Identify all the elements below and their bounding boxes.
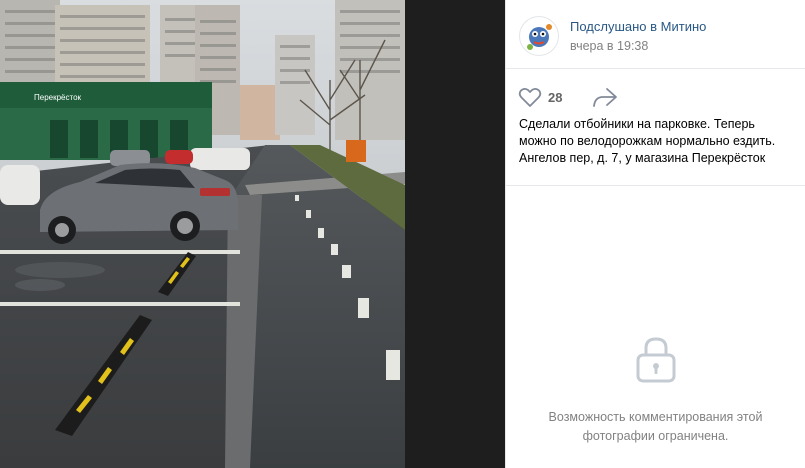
lock-icon xyxy=(636,337,675,383)
like-count: 28 xyxy=(548,89,563,105)
avatar-image xyxy=(521,18,557,54)
post-actions: 28 xyxy=(506,68,805,112)
post-author-block: Подслушано в Митино вчера в 19:38 xyxy=(506,0,805,69)
post-sidebar: Подслушано в Митино вчера в 19:38 28 Сде… xyxy=(505,0,805,468)
author-name-link[interactable]: Подслушано в Митино xyxy=(570,19,706,34)
divider xyxy=(506,185,805,186)
post-photo[interactable]: Перекрёсток xyxy=(0,0,405,468)
share-arrow-icon xyxy=(593,88,617,107)
photo-image: Перекрёсток xyxy=(0,0,405,468)
community-avatar[interactable] xyxy=(519,16,559,56)
store-sign: Перекрёсток xyxy=(34,93,82,102)
description-line: Ангелов пер, д. 7, у магазина Перекрёсто… xyxy=(519,151,766,165)
comments-closed-line: Возможность комментирования этой xyxy=(548,410,763,424)
description-line: Сделали отбойники на парковке. Теперь xyxy=(519,117,755,131)
share-button[interactable] xyxy=(592,86,618,108)
comments-closed-line: фотографии ограничена. xyxy=(582,429,729,443)
post-description: Сделали отбойники на парковке. Теперь мо… xyxy=(519,116,801,167)
photo-gutter xyxy=(405,0,505,468)
photo-area[interactable]: Перекрёсток xyxy=(0,0,505,468)
like-button[interactable]: 28 xyxy=(518,85,562,109)
photo-viewer: Перекрёсток Подслушано в Митино вчера в … xyxy=(0,0,805,468)
post-date[interactable]: вчера в 19:38 xyxy=(570,39,648,53)
description-line: можно по велодорожкам нормально ездить. xyxy=(519,134,776,148)
heart-icon xyxy=(518,87,542,107)
comments-closed-notice: Возможность комментирования этой фотогра… xyxy=(506,335,805,446)
